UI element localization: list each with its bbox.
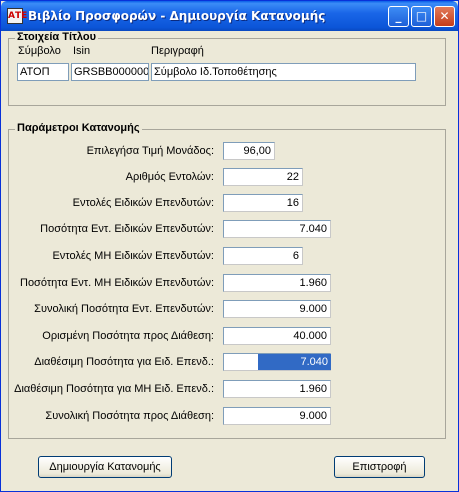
maximize-icon[interactable]: □ (411, 6, 432, 27)
isin-column-label: Isin (73, 45, 91, 57)
allocation-value-field[interactable]: 1.960 (223, 274, 331, 292)
allocation-row-label: Εντολές Ειδικών Επενδυτών: (72, 197, 214, 209)
allocation-window: ΑΤΕ Βιβλίο Προσφορών - Δημιουργία Κατανο… (0, 0, 459, 492)
allocation-row-label: Ποσότητα Εντ. ΜΗ Ειδικών Επενδυτών: (20, 277, 214, 289)
allocation-value-field[interactable]: 7.040 (223, 220, 331, 238)
allocation-value-field[interactable]: 22 (223, 168, 303, 186)
allocation-row-label: Επιλεγήσα Τιμή Μονάδος: (86, 145, 214, 157)
stock-info-legend: Στοιχεία Τίτλου (15, 31, 99, 43)
symbol-column-label: Σύμβολο (18, 45, 61, 57)
create-allocation-button[interactable]: Δημιουργία Κατανομής (38, 456, 172, 478)
back-button[interactable]: Επιστροφή (334, 456, 425, 478)
description-field[interactable]: Σύμβολο Ιδ.Τοποθέτησης (151, 63, 416, 81)
allocation-row-label: Συνολική Ποσότητα προς Διάθεση: (45, 410, 214, 422)
allocation-row-label: Εντολές ΜΗ Ειδικών Επενδυτών: (52, 250, 214, 262)
allocation-row-label: Ποσότητα Εντ. Ειδικών Επενδυτών: (40, 223, 214, 235)
allocation-row-label: Διαθέσιμη Ποσότητα για ΜΗ Ειδ. Επενδ.: (14, 383, 214, 395)
isin-field[interactable]: GRSBB000000 (71, 63, 149, 81)
allocation-value-field[interactable]: 9.000 (223, 407, 331, 425)
symbol-field[interactable]: ΑΤΟΠ (17, 63, 69, 81)
allocation-value-field[interactable]: 1.960 (223, 380, 331, 398)
close-icon[interactable]: ✕ (434, 6, 455, 27)
title-bar[interactable]: ΑΤΕ Βιβλίο Προσφορών - Δημιουργία Κατανο… (1, 1, 458, 31)
window-title: Βιβλίο Προσφορών - Δημιουργία Κατανομής (28, 9, 326, 23)
minimize-icon[interactable]: _ (388, 6, 409, 27)
allocation-row-label: Αριθμός Εντολών: (125, 171, 214, 183)
allocation-row-label: Ορισμένη Ποσότητα προς Διάθεση: (42, 330, 214, 342)
allocation-value-field[interactable]: 6 (223, 247, 303, 265)
allocation-params-legend: Παράμετροι Κατανομής (15, 122, 142, 134)
description-column-label: Περιγραφή (151, 45, 204, 57)
allocation-value-field[interactable]: 7.040 (258, 354, 331, 370)
app-logo-icon: ΑΤΕ (7, 8, 27, 24)
allocation-value-field[interactable]: 96,00 (223, 142, 275, 160)
allocation-value-field[interactable]: 16 (223, 194, 303, 212)
allocation-value-field[interactable]: 40.000 (223, 327, 331, 345)
allocation-row-label: Διαθέσιμη Ποσότητα για Ειδ. Επενδ.: (34, 356, 214, 368)
allocation-value-field[interactable]: 9.000 (223, 300, 331, 318)
allocation-row-label: Συνολική Ποσότητα Εντ. Επενδυτών: (34, 303, 214, 315)
